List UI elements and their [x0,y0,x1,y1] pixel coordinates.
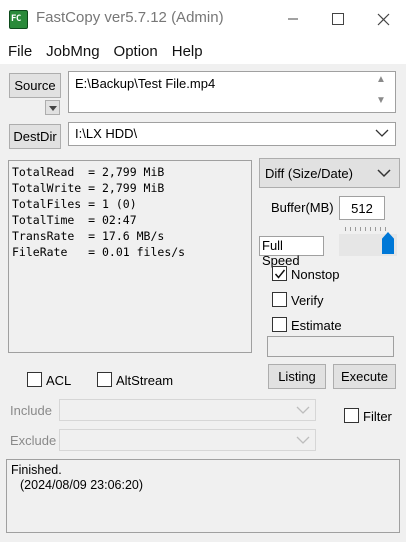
status-message: Finished. [11,463,62,477]
log-line: TotalWrite = 2,799 MiB [12,181,165,195]
chevron-down-icon[interactable] [375,126,389,141]
scroll-down-icon[interactable]: ▼ [376,95,386,106]
buffer-input[interactable]: 512 [339,196,385,220]
destdir-combobox[interactable]: I:\LX HDD\ [68,122,396,146]
include-label: Include [10,403,52,418]
close-icon [377,13,389,25]
verify-checkbox[interactable] [272,292,287,307]
filter-checkbox[interactable] [344,408,359,423]
close-button[interactable] [360,0,406,38]
destdir-button[interactable]: DestDir [9,124,61,149]
menu-jobmng[interactable]: JobMng [46,43,99,60]
verify-label: Verify [291,293,324,308]
source-history-dropdown[interactable] [45,100,60,115]
destdir-path-text: I:\LX HDD\ [75,126,138,141]
altstream-label: AltStream [116,373,174,388]
app-icon-text: FC [11,14,21,24]
checkmark-icon [274,269,285,279]
menu-option[interactable]: Option [114,43,158,60]
menu-bar: File JobMng Option Help [0,38,406,64]
minimize-icon [288,18,298,20]
source-button[interactable]: Source [9,73,61,98]
scroll-up-icon[interactable]: ▲ [376,74,386,85]
minimize-button[interactable] [270,0,316,38]
status-panel: Finished. (2024/08/09 23:06:20) [6,459,400,533]
execute-button[interactable]: Execute [333,364,396,389]
exclude-label: Exclude [10,433,57,448]
menu-file[interactable]: File [8,43,32,60]
estimate-checkbox[interactable] [272,317,287,332]
altstream-checkbox[interactable] [97,372,112,387]
buffer-value: 512 [351,200,373,216]
listing-button[interactable]: Listing [268,364,326,389]
copy-mode-dropdown[interactable]: Diff (Size/Date) [259,158,400,188]
log-line: TransRate = 17.6 MB/s [12,229,165,243]
speed-label: Full Speed [259,236,324,268]
log-line: FileRate = 0.01 files/s [12,245,186,259]
nonstop-checkbox[interactable] [272,266,287,281]
speed-slider-ticks [345,227,389,231]
log-line: TotalRead = 2,799 MiB [12,165,165,179]
window-title: FastCopy ver5.7.12 (Admin) [36,9,224,26]
estimate-label: Estimate [291,318,342,333]
include-combobox[interactable] [59,399,316,421]
fastcopy-app-icon: FC [9,10,28,29]
source-path-text: E:\Backup\Test File.mp4 [75,76,216,91]
copy-mode-value: Diff (Size/Date) [265,165,353,181]
log-line: TotalFiles = 1 (0) [12,197,137,211]
result-log: TotalRead = 2,799 MiB TotalWrite = 2,799… [8,160,252,353]
acl-label: ACL [46,373,72,388]
chevron-down-icon [377,169,391,178]
log-line: TotalTime = 02:47 [12,213,137,227]
source-path-field[interactable]: E:\Backup\Test File.mp4 [68,71,396,113]
chevron-down-icon[interactable] [296,433,310,448]
filter-label: Filter [363,409,392,424]
exclude-combobox[interactable] [59,429,316,451]
progress-field [267,336,394,357]
buffer-label: Buffer(MB) [271,200,334,215]
nonstop-label: Nonstop [291,267,340,282]
menu-help[interactable]: Help [172,43,203,60]
chevron-down-icon[interactable] [296,403,310,418]
maximize-button[interactable] [315,0,361,38]
acl-checkbox[interactable] [27,372,42,387]
status-timestamp: (2024/08/09 23:06:20) [20,478,144,492]
maximize-icon [332,13,344,25]
